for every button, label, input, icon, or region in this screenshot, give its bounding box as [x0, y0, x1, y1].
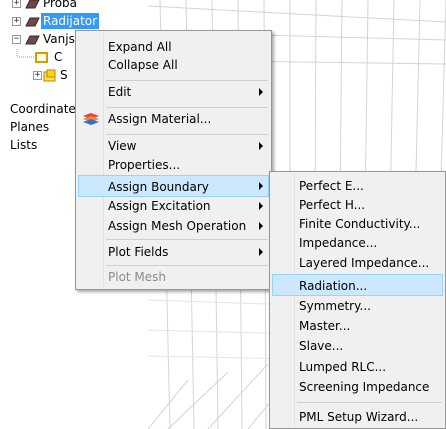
tree-root-lists[interactable]: Lists — [10, 137, 37, 153]
context-menu: Expand All Collapse All Edit Assign Mate… — [75, 30, 272, 290]
submenu-arrow-icon — [259, 142, 263, 150]
expand-toggle[interactable]: + — [33, 71, 42, 80]
menu-item-assign-material[interactable]: Assign Material... — [78, 108, 269, 130]
menu-item-collapse-all[interactable]: Collapse All — [78, 54, 269, 76]
menu-item-plot-mesh: Plot Mesh — [108, 270, 167, 284]
tree-node-proba[interactable]: + Proba — [0, 0, 140, 11]
tree-line-connector — [16, 49, 34, 58]
object-icon — [25, 35, 40, 45]
submenu-item-slave[interactable]: Slave... — [272, 335, 443, 357]
tree-node-label: Radijator — [41, 13, 100, 29]
tree-root-label: Planes — [10, 120, 50, 134]
submenu-item-symmetry[interactable]: Symmetry... — [272, 295, 443, 317]
assign-material-icon — [83, 113, 99, 125]
submenu-item-master[interactable]: Master... — [272, 315, 443, 337]
tree-node-radijator[interactable]: + Radijator — [0, 13, 140, 29]
submenu-arrow-icon — [259, 248, 263, 256]
tree-node-label: C — [54, 50, 63, 64]
coordinate-system-icon — [35, 52, 48, 63]
menu-separator — [106, 239, 268, 240]
tree-node-label: Proba — [43, 0, 78, 10]
menu-item-assign-boundary[interactable]: Assign Boundary — [78, 175, 269, 197]
submenu-arrow-icon — [259, 182, 263, 190]
submenu-arrow-icon — [259, 202, 263, 210]
menu-item-assign-excitation[interactable]: Assign Excitation — [78, 195, 269, 217]
menu-item-edit[interactable]: Edit — [78, 81, 269, 103]
tree-root-label: Lists — [10, 138, 38, 152]
submenu-arrow-icon — [259, 222, 263, 230]
submenu-item-impedance[interactable]: Impedance... — [272, 232, 443, 254]
sheet-icon — [43, 69, 56, 82]
submenu-item-pml-setup-wizard[interactable]: PML Setup Wizard... — [272, 406, 443, 428]
submenu-arrow-icon — [259, 88, 263, 96]
submenu-item-layered-impedance[interactable]: Layered Impedance... — [272, 252, 443, 274]
tree-root-planes[interactable]: Planes — [10, 119, 49, 135]
submenu-item-lumped-rlc[interactable]: Lumped RLC... — [272, 356, 443, 378]
menu-item-properties[interactable]: Properties... — [78, 154, 269, 176]
assign-boundary-submenu: Perfect E... Perfect H... Finite Conduct… — [269, 171, 446, 429]
menu-separator — [297, 402, 442, 403]
submenu-item-screening-impedance[interactable]: Screening Impedance — [272, 376, 443, 398]
expand-toggle[interactable]: + — [12, 17, 21, 26]
tree-node-label: S — [60, 68, 68, 82]
collapse-toggle[interactable]: − — [12, 35, 21, 44]
expand-toggle[interactable]: + — [12, 0, 21, 8]
object-icon — [25, 0, 40, 9]
submenu-item-radiation[interactable]: Radiation... — [272, 274, 443, 296]
menu-item-plot-fields[interactable]: Plot Fields — [78, 241, 269, 263]
object-icon — [25, 17, 40, 27]
menu-item-assign-mesh-operation[interactable]: Assign Mesh Operation — [78, 215, 269, 237]
